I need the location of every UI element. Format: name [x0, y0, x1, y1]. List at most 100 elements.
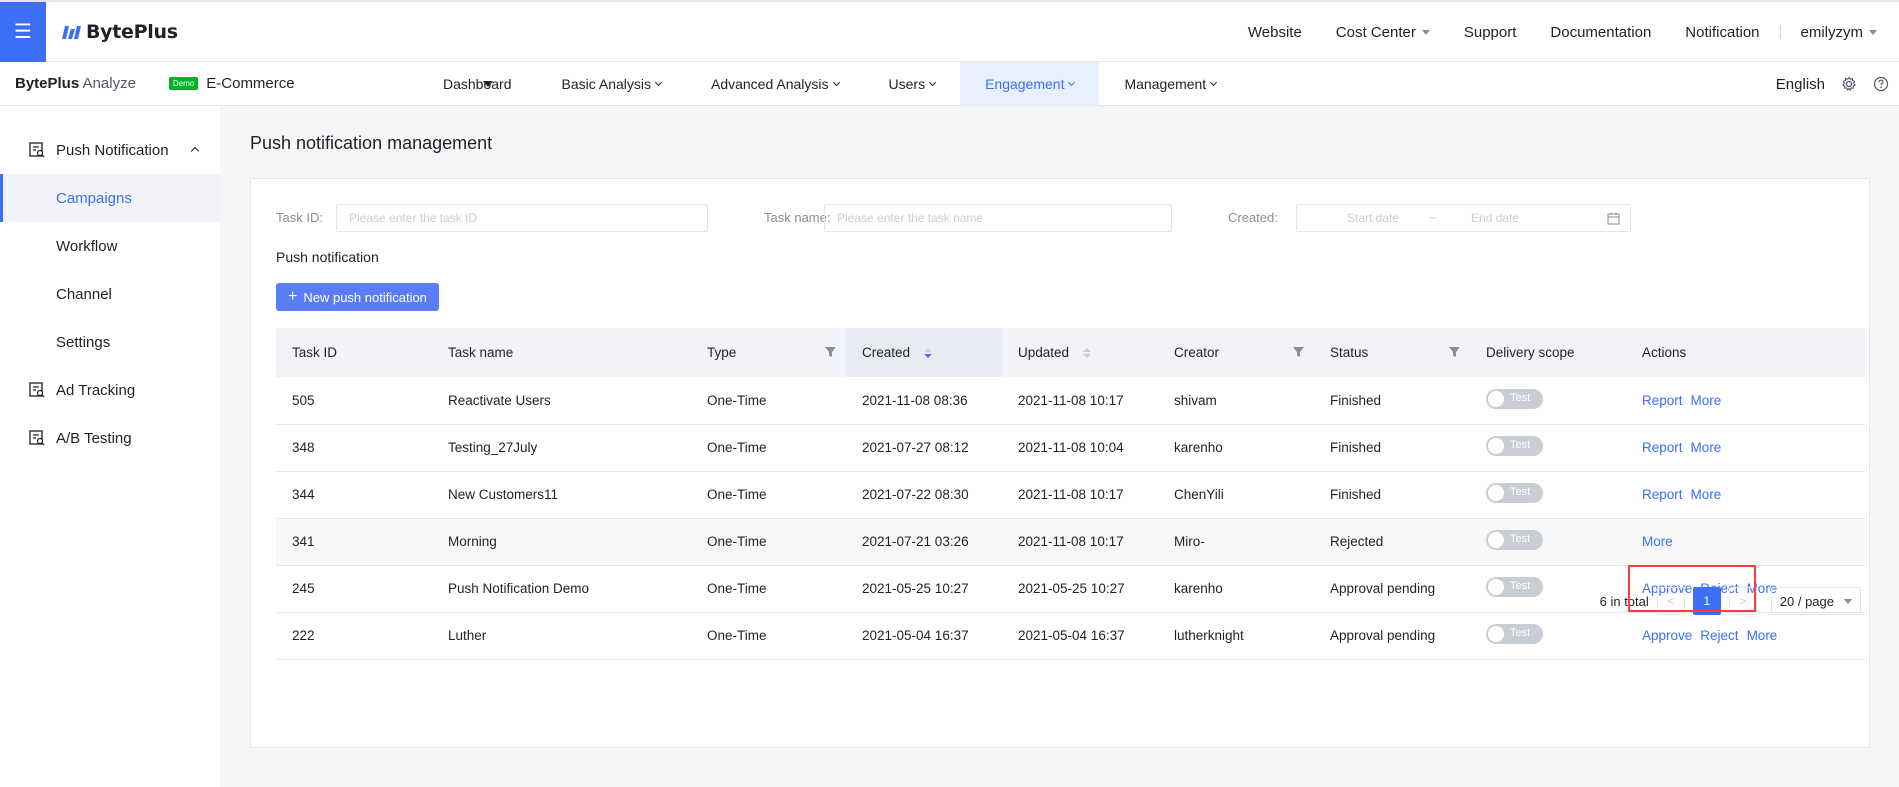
logo[interactable]: BytePlus [62, 21, 178, 43]
created-label: Created: [1228, 210, 1278, 225]
top-nav-website[interactable]: Website [1248, 24, 1302, 41]
cell-type: One-Time [691, 612, 846, 660]
cell-type: One-Time [691, 565, 846, 613]
page-size-value: 20 / page [1779, 593, 1834, 609]
top-nav-documentation[interactable]: Documentation [1550, 24, 1651, 41]
test-toggle[interactable]: Test [1486, 577, 1543, 597]
sidebar: Push Notification Campaigns Workflow Cha… [0, 106, 220, 787]
col-created[interactable]: Created [846, 328, 1002, 377]
cell-status: Finished [1314, 424, 1470, 472]
user-menu[interactable]: emilyzym [1801, 24, 1877, 41]
end-date-input[interactable]: End date [1471, 211, 1519, 225]
created-date-range-picker[interactable]: Start date ~ End date [1296, 204, 1631, 232]
logo-text: BytePlus [86, 20, 178, 43]
cell-creator: shivam [1158, 377, 1314, 425]
top-bar: ☰ BytePlus Website Cost Center Support D… [0, 0, 1899, 62]
nav-basic-analysis[interactable]: Basic Analysis [537, 62, 686, 106]
chevron-down-icon [654, 78, 663, 87]
approve-action-link[interactable]: Approve [1642, 628, 1692, 643]
sidebar-group-ad-tracking[interactable]: Ad Tracking [0, 366, 220, 414]
product-brand: BytePlus Analyze [15, 75, 136, 92]
sidebar-item-workflow[interactable]: Workflow [0, 222, 220, 270]
nav-users[interactable]: Users [864, 62, 961, 106]
gear-icon[interactable] [1841, 76, 1857, 92]
cell-created: 2021-07-22 08:30 [846, 471, 1002, 519]
test-toggle[interactable]: Test [1486, 530, 1543, 550]
page-size-select[interactable]: 20 / page [1770, 587, 1861, 615]
sidebar-item-channel[interactable]: Channel [0, 270, 220, 318]
language-selector[interactable]: English [1776, 76, 1825, 93]
page-1-button[interactable]: 1 [1692, 587, 1721, 615]
sort-icon[interactable] [1082, 348, 1091, 359]
nav-advanced-analysis[interactable]: Advanced Analysis [686, 62, 864, 106]
sidebar-item-campaigns[interactable]: Campaigns [0, 174, 220, 222]
chevron-down-icon [832, 78, 840, 87]
cell-actions: Report More [1626, 377, 1865, 425]
prev-page-button[interactable]: < [1656, 587, 1685, 615]
help-icon[interactable] [1873, 76, 1889, 92]
more-action-link[interactable]: More [1642, 534, 1673, 549]
col-task-id: Task ID [276, 328, 432, 377]
toggle-label: Test [1510, 533, 1531, 545]
page-title: Push notification management [250, 133, 493, 153]
cell-task-id: 222 [276, 612, 432, 660]
filter-icon[interactable] [1449, 347, 1460, 357]
cell-updated: 2021-11-08 10:04 [1002, 424, 1158, 472]
test-toggle[interactable]: Test [1486, 436, 1543, 456]
test-toggle[interactable]: Test [1486, 483, 1543, 503]
more-action-link[interactable]: More [1747, 628, 1778, 643]
top-nav-cost-center[interactable]: Cost Center [1336, 24, 1430, 41]
col-updated[interactable]: Updated [1002, 328, 1158, 377]
reject-action-link[interactable]: Reject [1700, 628, 1738, 643]
task-id-input[interactable]: Please enter the task ID [336, 204, 708, 232]
cell-task-name: Reactivate Users [432, 377, 691, 425]
cell-task-name: Push Notification Demo [432, 565, 691, 613]
app-selector-label[interactable]: E-Commerce [206, 75, 294, 92]
cell-created: 2021-07-27 08:12 [846, 424, 1002, 472]
new-push-notification-button[interactable]: + New push notification [276, 283, 439, 311]
cell-status: Rejected [1314, 518, 1470, 566]
filter-icon[interactable] [1293, 347, 1304, 357]
next-page-button[interactable]: > [1728, 587, 1757, 615]
toggle-knob [1488, 626, 1504, 642]
hamburger-menu-button[interactable]: ☰ [0, 1, 46, 62]
col-type-label: Type [707, 345, 737, 360]
test-toggle[interactable]: Test [1486, 624, 1543, 644]
test-toggle[interactable]: Test [1486, 388, 1543, 409]
top-nav-notification[interactable]: Notification [1685, 24, 1759, 41]
more-action-link[interactable]: More [1691, 393, 1722, 408]
sidebar-group-ad-tracking-label: Ad Tracking [56, 381, 136, 399]
more-action-link[interactable]: More [1691, 487, 1722, 502]
sidebar-item-settings[interactable]: Settings [0, 318, 220, 366]
report-action-link[interactable]: Report [1642, 487, 1683, 502]
col-task-name: Task name [432, 328, 691, 377]
table-body: 505 Reactivate Users One-Time 2021-11-08 08… [276, 377, 1865, 660]
nav-engagement[interactable]: Engagement [960, 62, 1100, 106]
report-action-link[interactable]: Report [1642, 440, 1683, 455]
cell-type: One-Time [691, 424, 846, 472]
task-name-input[interactable]: Please enter the task name [824, 204, 1172, 232]
cell-status: Approval pending [1314, 565, 1470, 613]
sidebar-group-ab-testing[interactable]: A/B Testing [0, 414, 220, 462]
cell-delivery-scope: Test [1470, 424, 1626, 472]
filter-icon[interactable] [825, 347, 836, 357]
cell-delivery-scope: Test [1470, 471, 1626, 519]
product-bar-right: English [1776, 62, 1889, 106]
nav-dashboard[interactable]: Dashboard [418, 62, 537, 106]
calendar-icon [1607, 212, 1620, 225]
cell-delivery-scope: Test [1470, 612, 1626, 660]
start-date-input[interactable]: Start date [1347, 211, 1399, 225]
cell-task-id: 348 [276, 424, 432, 472]
nav-management[interactable]: Management [1099, 62, 1241, 106]
brand-bold: BytePlus [15, 75, 80, 92]
toggle-label: Test [1510, 391, 1531, 404]
more-action-link[interactable]: More [1691, 440, 1722, 455]
top-nav-support[interactable]: Support [1464, 24, 1517, 41]
sort-icon[interactable] [923, 348, 932, 359]
nav-basic-analysis-label: Basic Analysis [561, 76, 651, 92]
sidebar-group-push-notification[interactable]: Push Notification [0, 126, 220, 174]
report-action-link[interactable]: Report [1642, 393, 1683, 408]
cell-actions: Report More [1626, 471, 1865, 519]
cell-created: 2021-05-25 10:27 [846, 565, 1002, 613]
menu-icon: ☰ [14, 21, 32, 43]
